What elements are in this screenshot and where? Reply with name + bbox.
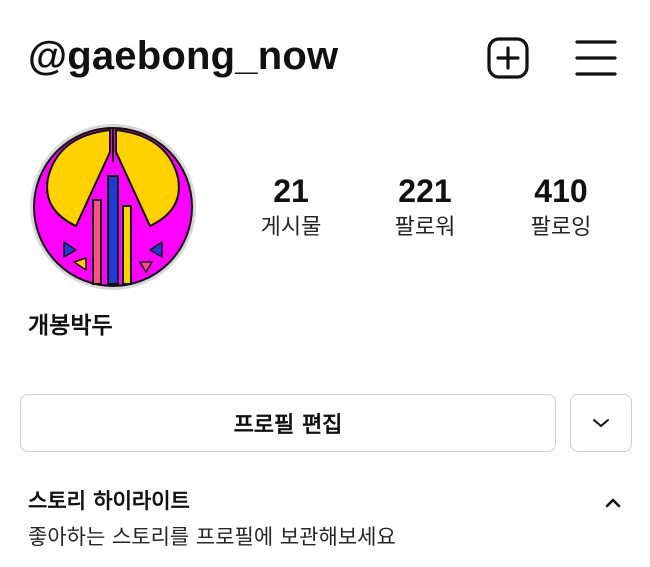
posts-count: 21: [273, 173, 309, 209]
chevron-up-icon: [605, 498, 621, 508]
followers-count: 221: [398, 173, 452, 209]
posts-label: 게시물: [260, 215, 322, 240]
following-count: 410: [534, 173, 588, 209]
story-highlights-title: 스토리 하이라이트: [28, 489, 190, 513]
username-title[interactable]: @gaebong_now: [28, 30, 338, 82]
hamburger-menu-icon: [575, 40, 617, 76]
followers-label: 팔로워: [394, 215, 456, 240]
avatar-logo: [30, 124, 196, 290]
display-name: 개봉박두: [28, 313, 113, 339]
suggested-accounts-button[interactable]: [570, 394, 632, 452]
chevron-down-icon: [593, 419, 609, 427]
edit-profile-button[interactable]: 프로필 편집: [20, 394, 556, 452]
profile-header: @gaebong_now: [0, 0, 650, 110]
menu-button[interactable]: [574, 36, 618, 80]
following-stat[interactable]: 410 팔로잉: [506, 172, 616, 244]
profile-avatar[interactable]: [28, 122, 198, 292]
highlights-toggle-button[interactable]: [600, 490, 626, 516]
plus-square-icon: [487, 37, 529, 79]
add-post-button[interactable]: [486, 36, 530, 80]
profile-page: @gaebong_now 21 게시물 221 팔로워 410 팔로잉 개봉박두…: [0, 0, 650, 567]
posts-stat[interactable]: 21 게시물: [236, 172, 346, 244]
story-highlights-description: 좋아하는 스토리를 프로필에 보관해보세요: [28, 525, 396, 549]
followers-stat[interactable]: 221 팔로워: [370, 172, 480, 244]
following-label: 팔로잉: [530, 215, 592, 240]
